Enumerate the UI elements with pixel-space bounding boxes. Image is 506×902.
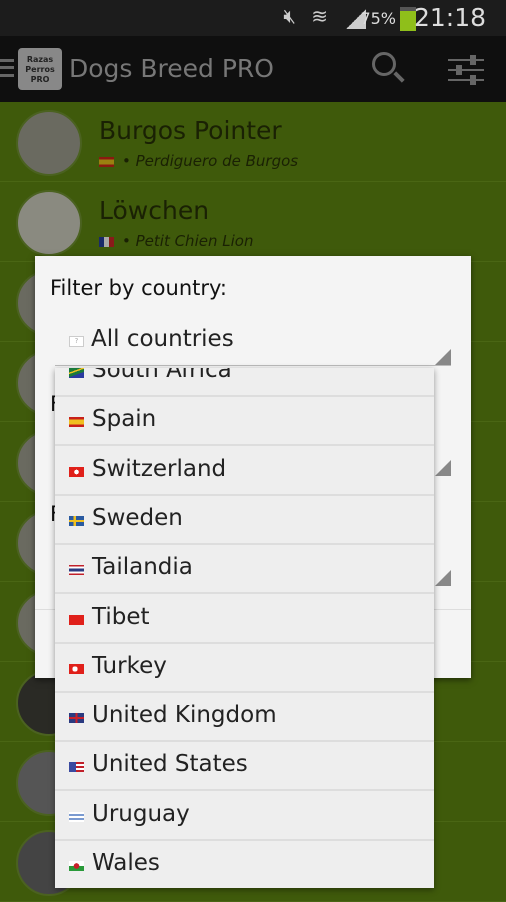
breed-name: Löwchen bbox=[99, 196, 210, 225]
country-dropdown[interactable]: South Africa Spain Switzerland Sweden Tailan… bbox=[55, 368, 434, 888]
clock: 21:18 bbox=[413, 3, 486, 32]
wales-flag-icon bbox=[69, 861, 84, 871]
dropdown-option-spain[interactable]: Spain bbox=[55, 397, 434, 447]
dropdown-option-switzerland[interactable]: Switzerland bbox=[55, 447, 434, 496]
dropdown-option-label: Spain bbox=[92, 406, 157, 433]
search-icon[interactable] bbox=[372, 52, 396, 76]
uruguay-flag-icon bbox=[69, 811, 84, 822]
dropdown-option-label: Uruguay bbox=[92, 800, 190, 827]
app-title: Dogs Breed PRO bbox=[69, 54, 274, 83]
breed-avatar bbox=[16, 110, 82, 176]
dropdown-option-china[interactable]: Tibet bbox=[55, 595, 434, 644]
thailand-flag-icon bbox=[69, 565, 84, 576]
wifi-icon: ≋ bbox=[311, 4, 328, 28]
dropdown-option-sweden[interactable]: Sweden bbox=[55, 496, 434, 545]
dropdown-option-label: Sweden bbox=[92, 504, 183, 531]
dropdown-option-label: Switzerland bbox=[92, 455, 227, 482]
turkey-flag-icon bbox=[69, 663, 84, 674]
unknown-flag-icon: ? bbox=[69, 336, 84, 347]
breed-avatar bbox=[16, 190, 82, 256]
dropdown-option-label: Tibet bbox=[92, 603, 150, 630]
sweden-flag-icon bbox=[69, 515, 84, 526]
breed-name: Burgos Pointer bbox=[99, 116, 282, 145]
country-spinner[interactable]: ? All countries bbox=[55, 322, 451, 366]
dropdown-option-label: Tailandia bbox=[92, 554, 193, 581]
battery-percent: 75% bbox=[360, 9, 396, 28]
china-flag-icon bbox=[69, 614, 84, 625]
spinner-arrow-icon bbox=[435, 570, 451, 586]
dropdown-option-turkey[interactable]: Turkey bbox=[55, 644, 434, 693]
breed-alt-name: • Perdiguero de Burgos bbox=[122, 152, 299, 170]
mute-icon: 🔇︎ bbox=[283, 4, 296, 28]
breed-subtitle: • Perdiguero de Burgos bbox=[99, 152, 298, 170]
action-bar: Razas Perros PRO Dogs Breed PRO bbox=[0, 36, 506, 102]
dropdown-option-wales[interactable]: Wales bbox=[55, 841, 434, 888]
dropdown-option-label: South Africa bbox=[92, 368, 232, 383]
uk-flag-icon bbox=[69, 713, 84, 724]
dropdown-option-uk[interactable]: United Kingdom bbox=[55, 693, 434, 743]
breed-alt-name: • Petit Chien Lion bbox=[122, 232, 254, 250]
dropdown-option-usa[interactable]: United States bbox=[55, 742, 434, 792]
spinner-arrow-icon bbox=[435, 349, 451, 365]
app-logo[interactable]: Razas Perros PRO bbox=[18, 48, 62, 90]
filter-by-country-label: Filter by country: bbox=[50, 276, 227, 300]
drawer-menu-icon[interactable] bbox=[0, 59, 14, 77]
usa-flag-icon bbox=[69, 762, 84, 773]
dropdown-option-label: Turkey bbox=[92, 652, 167, 679]
dropdown-option-uruguay[interactable]: Uruguay bbox=[55, 792, 434, 841]
breed-subtitle: • Petit Chien Lion bbox=[99, 232, 253, 250]
switzerland-flag-icon bbox=[69, 466, 84, 477]
country-spinner-value: All countries bbox=[91, 326, 234, 352]
dropdown-option-thailand[interactable]: Tailandia bbox=[55, 545, 434, 595]
spinner-arrow-icon bbox=[435, 460, 451, 476]
breed-list-item[interactable]: Löwchen • Petit Chien Lion bbox=[0, 182, 506, 262]
dropdown-option-label: United Kingdom bbox=[92, 702, 277, 729]
filter-sliders-icon[interactable] bbox=[448, 54, 484, 86]
status-bar: 🔇︎ ≋ 75% 21:18 bbox=[0, 0, 506, 36]
south-africa-flag-icon bbox=[69, 368, 84, 378]
spain-flag-icon bbox=[99, 156, 114, 167]
france-flag-icon bbox=[99, 236, 114, 247]
dropdown-option-label: Wales bbox=[92, 850, 160, 876]
spain-flag-icon bbox=[69, 417, 84, 428]
dropdown-option-label: United States bbox=[92, 751, 248, 778]
dropdown-option-south-africa[interactable]: South Africa bbox=[55, 368, 434, 397]
breed-list-item[interactable]: Burgos Pointer • Perdiguero de Burgos bbox=[0, 102, 506, 182]
